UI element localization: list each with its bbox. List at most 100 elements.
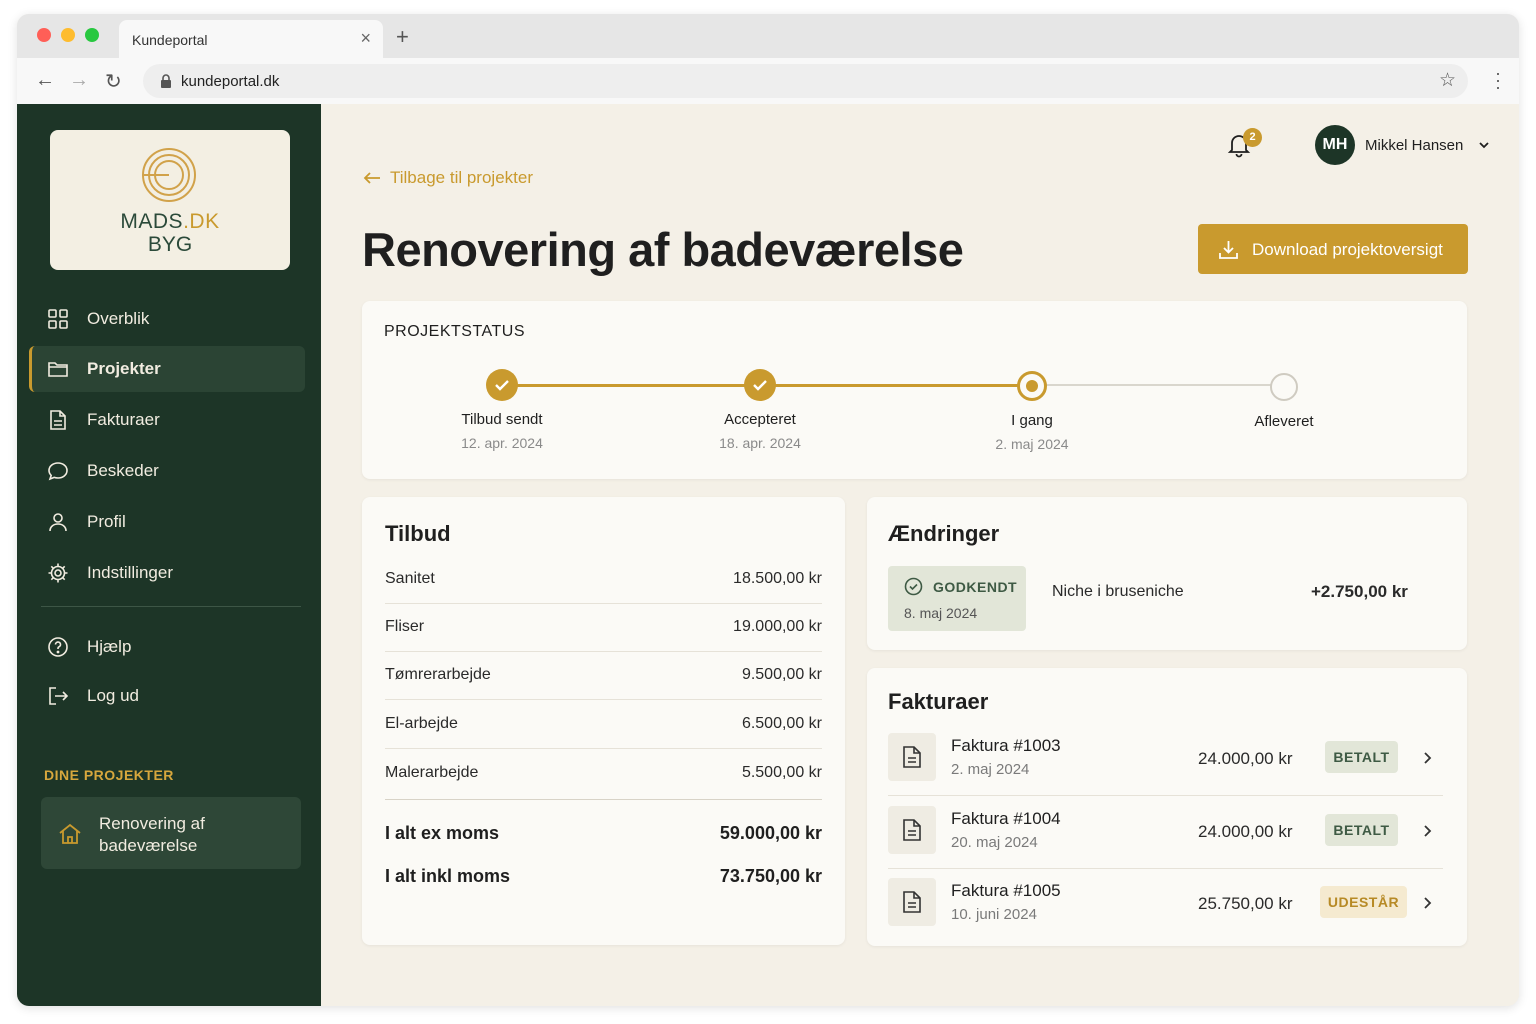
step-date: 18. apr. 2024: [719, 435, 801, 451]
sidebar-item-log-ud[interactable]: Log ud: [29, 673, 305, 719]
chevron-right-icon[interactable]: [1419, 823, 1435, 839]
changes-card: Ændringer GODKENDT 8. maj 2024 Niche i b…: [867, 497, 1467, 650]
tab-bar: Kundeportal × +: [17, 14, 1519, 60]
browser-toolbar: ← → ↻ kundeportal.dk ☆ · · ·: [17, 58, 1519, 105]
invoice-document-icon: [888, 878, 936, 926]
step-current-indicator: [1017, 371, 1047, 401]
back-link-label: Tilbage til projekter: [390, 168, 533, 187]
status-badge: BETALT: [1325, 741, 1398, 773]
change-amount: +2.750,00 kr: [1311, 582, 1408, 601]
offer-item-amount: 18.500,00 kr: [733, 570, 822, 587]
back-link[interactable]: Tilbage til projekter: [362, 168, 533, 188]
avatar[interactable]: MH: [1315, 125, 1355, 165]
offer-item-amount: 9.500,00 kr: [741, 666, 822, 683]
sidebar-item-indstillinger[interactable]: Indstillinger: [29, 550, 305, 596]
invoice-title: Faktura #1004: [951, 809, 1061, 828]
sidebar-item-label: Log ud: [87, 686, 139, 705]
invoice-title: Faktura #1005: [951, 881, 1061, 900]
browser-menu-icon[interactable]: · · ·: [1495, 64, 1501, 96]
offer-item-name: Fliser: [385, 618, 425, 635]
total-ex-vat-amount: 59.000,00 kr: [719, 823, 822, 843]
chevron-right-icon[interactable]: [1419, 895, 1435, 911]
logo-text-line1: MADS.DK: [120, 210, 220, 233]
sidebar-item-label: Indstillinger: [87, 563, 173, 582]
tab-title: Kundeportal: [132, 32, 208, 48]
address-bar[interactable]: kundeportal.dk ☆: [143, 64, 1468, 98]
offer-item-name: El-arbejde: [385, 715, 458, 732]
step-label: Accepteret: [724, 411, 796, 428]
tab-close-icon[interactable]: ×: [360, 28, 371, 49]
offer-heading: Tilbud: [385, 521, 451, 546]
status-badge: GODKENDT 8. maj 2024: [888, 566, 1026, 631]
invoice-document-icon: [888, 733, 936, 781]
offer-row: El-arbejde 6.500,00 kr: [385, 701, 822, 749]
download-button-label: Download projektoversigt: [1252, 240, 1443, 259]
gear-icon: [48, 563, 68, 583]
invoice-row[interactable]: Faktura #1005 10. juni 2024 25.750,00 kr…: [888, 869, 1443, 941]
step-label: I gang: [1011, 412, 1053, 429]
offer-card: Tilbud Sanitet 18.500,00 kr Fliser 19.00…: [362, 497, 845, 945]
new-tab-icon[interactable]: +: [396, 24, 409, 50]
chevron-down-icon[interactable]: [1477, 138, 1491, 152]
chevron-right-icon[interactable]: [1419, 750, 1435, 766]
invoice-row[interactable]: Faktura #1003 2. maj 2024 24.000,00 kr B…: [888, 724, 1443, 796]
step-pending-indicator: [1270, 373, 1298, 401]
offer-row: Malerarbejde 5.500,00 kr: [385, 750, 822, 798]
offer-item-amount: 5.500,00 kr: [741, 764, 822, 781]
invoice-date: 2. maj 2024: [951, 761, 1030, 778]
step-date: 2. maj 2024: [995, 436, 1069, 452]
sidebar-divider: [41, 606, 301, 607]
minimize-window-button[interactable]: [61, 28, 75, 42]
offer-item-name: Tømrerarbejde: [385, 666, 491, 683]
changes-heading: Ændringer: [888, 521, 1000, 546]
chat-bubble-icon: [48, 462, 68, 481]
notification-badge: 2: [1243, 128, 1262, 147]
invoice-title: Faktura #1003: [951, 736, 1061, 755]
invoice-document-icon: [888, 806, 936, 854]
project-label: Renovering af badeværelse: [99, 814, 205, 855]
invoices-heading: Fakturaer: [888, 689, 989, 714]
approved-status: GODKENDT: [933, 579, 1018, 595]
reload-icon[interactable]: ↻: [105, 69, 122, 94]
user-name[interactable]: Mikkel Hansen: [1365, 137, 1463, 154]
download-icon: [1219, 241, 1238, 259]
change-description: Niche i bruseniche: [1052, 583, 1184, 600]
help-icon: [48, 637, 68, 657]
status-title: PROJEKTSTATUS: [384, 323, 526, 340]
step-label: Tilbud sendt: [461, 411, 543, 428]
status-badge: BETALT: [1325, 814, 1398, 846]
sidebar-item-label: Profil: [87, 512, 126, 531]
download-overview-button[interactable]: Download projektoversigt: [1198, 224, 1468, 274]
user-icon: [49, 513, 67, 532]
sidebar-item-overblik[interactable]: Overblik: [29, 296, 305, 342]
document-icon: [50, 410, 66, 430]
sidebar-item-projekter[interactable]: Projekter: [29, 346, 305, 392]
folder-icon: [48, 362, 68, 377]
maximize-window-button[interactable]: [85, 28, 99, 42]
house-icon: [59, 823, 81, 844]
logout-icon: [49, 687, 69, 705]
total-incl-vat-label: I alt inkl moms: [385, 866, 511, 886]
totals-divider: [385, 799, 822, 800]
sidebar-project-item[interactable]: Renovering af badeværelse: [41, 797, 301, 869]
invoice-amount: 24.000,00 kr: [1198, 822, 1293, 841]
invoice-row[interactable]: Faktura #1004 20. maj 2024 24.000,00 kr …: [888, 797, 1443, 869]
sidebar-item-hjaelp[interactable]: Hjælp: [29, 624, 305, 670]
sidebar-item-fakturaer[interactable]: Fakturaer: [29, 397, 305, 443]
logo-text-line2: BYG: [147, 233, 193, 256]
page-title: Renovering af badeværelse: [362, 223, 964, 276]
invoice-date: 20. maj 2024: [951, 834, 1038, 851]
total-incl-vat-row: I alt inkl moms 73.750,00 kr: [385, 862, 822, 892]
offer-row: Sanitet 18.500,00 kr: [385, 556, 822, 604]
invoices-card: Fakturaer Faktura #1003 2. maj 2024 24.0…: [867, 668, 1467, 946]
browser-tab[interactable]: Kundeportal ×: [119, 20, 383, 60]
forward-arrow-icon[interactable]: →: [69, 69, 89, 92]
back-arrow-icon[interactable]: ←: [35, 69, 55, 92]
sidebar-item-profil[interactable]: Profil: [29, 499, 305, 545]
bookmark-star-icon[interactable]: ☆: [1439, 69, 1456, 92]
step-label: Afleveret: [1254, 413, 1314, 430]
sidebar-item-beskeder[interactable]: Beskeder: [29, 448, 305, 494]
project-status-card: PROJEKTSTATUS Tilbud sendt 12. apr. 2024…: [362, 301, 1467, 479]
lock-icon: [161, 74, 171, 88]
close-window-button[interactable]: [37, 28, 51, 42]
